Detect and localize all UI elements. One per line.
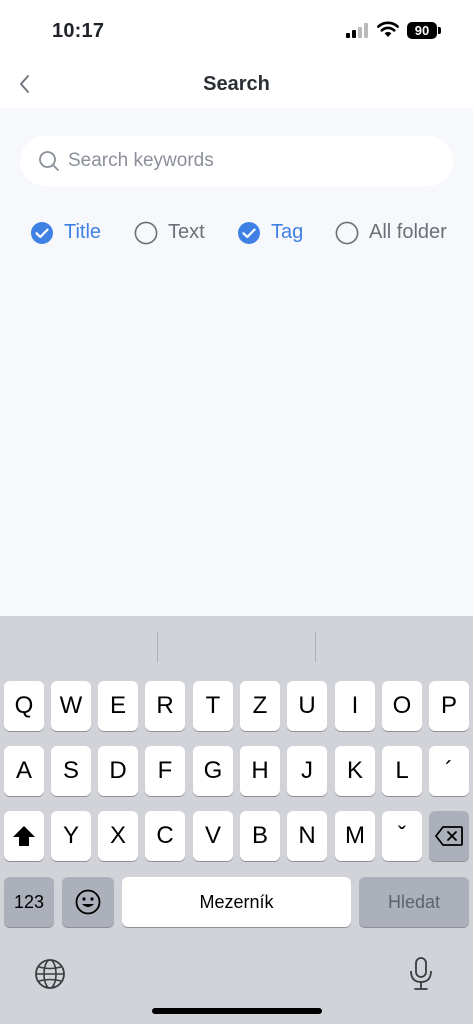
key-g[interactable]: G bbox=[193, 746, 233, 796]
key-label: D bbox=[109, 757, 127, 784]
delete-backward-icon bbox=[435, 826, 463, 846]
page-title: Search bbox=[203, 73, 270, 95]
keyboard: Q W E R T Z U I O P A S D F G H J K L ´ … bbox=[0, 616, 473, 1024]
search-icon bbox=[39, 151, 59, 171]
key-y[interactable]: Y bbox=[51, 811, 91, 861]
key-u[interactable]: U bbox=[287, 681, 327, 731]
key-label: ˇ bbox=[398, 822, 406, 849]
key-h[interactable]: H bbox=[240, 746, 280, 796]
search-input[interactable] bbox=[68, 136, 438, 186]
key-b[interactable]: B bbox=[240, 811, 280, 861]
key-label: A bbox=[15, 757, 32, 784]
search-return-key[interactable]: Hledat bbox=[359, 877, 469, 927]
key-label: U bbox=[298, 692, 316, 719]
key-d[interactable]: D bbox=[98, 746, 138, 796]
key-j[interactable]: J bbox=[287, 746, 327, 796]
key-label: L bbox=[395, 757, 409, 784]
key-label: M bbox=[345, 822, 365, 849]
key-label: Y bbox=[62, 822, 79, 849]
key-r[interactable]: R bbox=[145, 681, 185, 731]
key-p[interactable]: P bbox=[429, 681, 469, 731]
key-label: Q bbox=[14, 692, 34, 719]
battery-icon: 90 bbox=[407, 22, 437, 39]
key-s[interactable]: S bbox=[51, 746, 91, 796]
key-c[interactable]: C bbox=[145, 811, 185, 861]
key-n[interactable]: N bbox=[287, 811, 327, 861]
key-a[interactable]: A bbox=[4, 746, 44, 796]
filter-title-label: Title bbox=[64, 221, 102, 243]
key-o[interactable]: O bbox=[382, 681, 422, 731]
checked-circle-icon bbox=[31, 222, 53, 244]
unchecked-circle-icon bbox=[134, 221, 158, 245]
key-label: I bbox=[351, 692, 359, 719]
key-label: ´ bbox=[445, 757, 453, 784]
key-m[interactable]: M bbox=[335, 811, 375, 861]
status-bar: 10:17 90 bbox=[0, 0, 473, 62]
key-label: 123 bbox=[13, 892, 45, 912]
key-label: B bbox=[251, 822, 268, 849]
key-e[interactable]: E bbox=[98, 681, 138, 731]
key-label: J bbox=[301, 757, 313, 784]
key-label: E bbox=[109, 692, 126, 719]
filter-text-label: Text bbox=[168, 221, 205, 243]
key-label: Z bbox=[252, 692, 268, 719]
status-time: 10:17 bbox=[52, 20, 105, 42]
key-label: V bbox=[204, 822, 221, 849]
key-caron[interactable]: ˇ bbox=[382, 811, 422, 861]
microphone-icon[interactable] bbox=[409, 957, 433, 991]
emoji-icon bbox=[75, 889, 101, 915]
home-indicator bbox=[152, 1008, 322, 1014]
backspace-key[interactable] bbox=[429, 811, 469, 861]
battery-nub bbox=[438, 27, 441, 34]
prediction-divider bbox=[315, 632, 316, 662]
emoji-key[interactable] bbox=[62, 877, 114, 927]
key-t[interactable]: T bbox=[193, 681, 233, 731]
key-label: X bbox=[109, 822, 126, 849]
numbers-key[interactable]: 123 bbox=[4, 877, 54, 927]
key-x[interactable]: X bbox=[98, 811, 138, 861]
key-l[interactable]: L bbox=[382, 746, 422, 796]
key-label: K bbox=[346, 757, 363, 784]
key-label: W bbox=[59, 692, 83, 719]
prediction-divider bbox=[157, 632, 158, 662]
nav-bar: Search bbox=[0, 62, 473, 108]
unchecked-circle-icon bbox=[335, 221, 359, 245]
filter-all-folder-label: All folder bbox=[369, 221, 447, 243]
key-label: Mezerník bbox=[199, 892, 274, 912]
key-i[interactable]: I bbox=[335, 681, 375, 731]
key-label: G bbox=[203, 757, 223, 784]
checked-circle-icon bbox=[238, 222, 260, 244]
key-label: P bbox=[440, 692, 457, 719]
key-label: C bbox=[156, 822, 174, 849]
key-label: T bbox=[205, 692, 221, 719]
key-label: N bbox=[298, 822, 316, 849]
key-label: S bbox=[62, 757, 79, 784]
wifi-icon bbox=[377, 21, 399, 37]
key-v[interactable]: V bbox=[193, 811, 233, 861]
key-label: H bbox=[251, 757, 269, 784]
key-label: F bbox=[157, 757, 173, 784]
search-box[interactable] bbox=[20, 136, 453, 186]
key-acute-accent[interactable]: ´ bbox=[429, 746, 469, 796]
key-label: R bbox=[156, 692, 174, 719]
shift-icon bbox=[13, 826, 35, 846]
key-f[interactable]: F bbox=[145, 746, 185, 796]
key-q[interactable]: Q bbox=[4, 681, 44, 731]
shift-key[interactable] bbox=[4, 811, 44, 861]
key-label: O bbox=[392, 692, 412, 719]
key-k[interactable]: K bbox=[335, 746, 375, 796]
key-z[interactable]: Z bbox=[240, 681, 280, 731]
globe-icon[interactable] bbox=[34, 958, 66, 990]
space-key[interactable]: Mezerník bbox=[122, 877, 351, 927]
cellular-signal-icon bbox=[346, 23, 368, 38]
key-label: Hledat bbox=[387, 892, 441, 912]
key-w[interactable]: W bbox=[51, 681, 91, 731]
filter-tag-label: Tag bbox=[271, 221, 304, 243]
